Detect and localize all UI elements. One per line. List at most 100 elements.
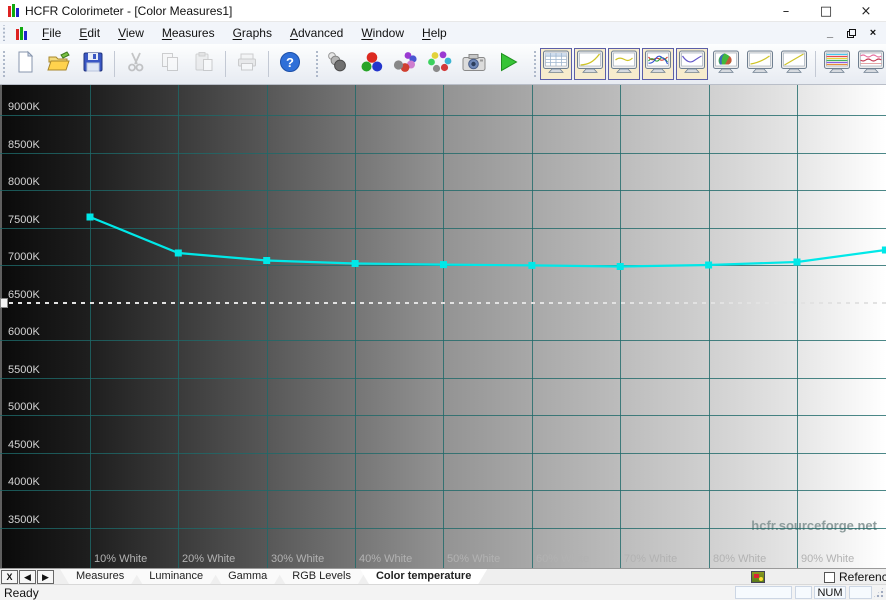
menu-bar: File Edit View Measures Graphs Advanced Window… bbox=[0, 22, 886, 44]
tab-scroll-right-button[interactable]: ▶ bbox=[37, 570, 54, 584]
monitor-table-icon bbox=[542, 50, 570, 79]
status-panel bbox=[735, 586, 792, 599]
data-point-marker bbox=[86, 213, 94, 221]
status-bar: Ready NUM bbox=[0, 584, 886, 600]
menu-help[interactable]: Help bbox=[413, 24, 456, 42]
open-button[interactable] bbox=[43, 48, 75, 80]
view-luminance-hist-button[interactable] bbox=[744, 48, 776, 80]
toolbar-grip bbox=[2, 51, 6, 77]
toolbar-separator bbox=[114, 51, 115, 77]
saturations-measure-button[interactable] bbox=[390, 48, 422, 80]
save-floppy-icon bbox=[81, 50, 105, 79]
print-icon bbox=[235, 50, 259, 79]
toolbar-separator bbox=[815, 51, 816, 77]
mdi-child-icon[interactable] bbox=[16, 26, 27, 40]
toolbar-group-standard: ? bbox=[0, 44, 313, 84]
grayscale-measure-button[interactable] bbox=[322, 48, 354, 80]
gray-spheres-icon bbox=[325, 50, 351, 79]
mdi-close-button[interactable]: × bbox=[866, 27, 880, 39]
monitor-diagonal-icon bbox=[780, 50, 808, 79]
mdi-minimize-button[interactable]: _ bbox=[823, 27, 837, 39]
maximize-button[interactable]: □ bbox=[806, 0, 846, 22]
view-luminance-button[interactable] bbox=[574, 48, 606, 80]
camera-icon bbox=[461, 50, 488, 79]
view-rgb-levels-button[interactable] bbox=[642, 48, 674, 80]
colorchecker-measure-button[interactable] bbox=[424, 48, 456, 80]
toolbar-group-measures bbox=[313, 44, 531, 84]
window-title: HCFR Colorimeter - [Color Measures1] bbox=[25, 3, 233, 18]
view-gamma-hist-button[interactable] bbox=[778, 48, 810, 80]
menubar-grip bbox=[2, 25, 6, 41]
title-bar: HCFR Colorimeter - [Color Measures1] – □… bbox=[0, 0, 886, 22]
resize-grip[interactable] bbox=[872, 586, 885, 599]
tab-close-button[interactable]: X bbox=[1, 570, 18, 584]
menu-window[interactable]: Window bbox=[352, 24, 413, 42]
reference-label: Reference bbox=[839, 570, 886, 584]
monitor-line-icon bbox=[746, 50, 774, 79]
temperature-curve bbox=[89, 215, 886, 268]
view-color-temperature-button[interactable] bbox=[676, 48, 708, 80]
ring-spheres-icon bbox=[427, 50, 453, 79]
play-icon bbox=[496, 50, 520, 79]
menu-measures[interactable]: Measures bbox=[153, 24, 224, 42]
mdi-restore-button[interactable] bbox=[847, 28, 856, 38]
tab-gamma[interactable]: Gamma bbox=[212, 569, 283, 584]
snapshot-button[interactable] bbox=[458, 48, 490, 80]
data-point-marker bbox=[440, 261, 447, 269]
data-point-marker bbox=[616, 263, 624, 270]
paste-clipboard-icon bbox=[192, 50, 216, 79]
view-measures-grid-button[interactable] bbox=[540, 48, 572, 80]
new-document-icon bbox=[13, 50, 37, 79]
menu-file[interactable]: File bbox=[33, 24, 70, 42]
monitor-pink-icon bbox=[857, 50, 885, 79]
close-button[interactable]: × bbox=[846, 0, 886, 22]
toolbar-group-views bbox=[531, 44, 886, 84]
monitor-rgb-icon bbox=[644, 50, 672, 79]
view-cie-chart-button[interactable] bbox=[710, 48, 742, 80]
monitor-gamma-icon bbox=[610, 50, 638, 79]
paste-button bbox=[188, 48, 220, 80]
reference-checkbox-row[interactable]: Reference bbox=[824, 570, 886, 584]
color-temperature-chart: hcfr.sourceforge.net 10% White 20% White 3… bbox=[0, 85, 886, 568]
view-spectrum-button[interactable] bbox=[821, 48, 853, 80]
tab-scroll-left-button[interactable]: ◀ bbox=[19, 570, 36, 584]
menu-advanced[interactable]: Advanced bbox=[281, 24, 352, 42]
status-num-indicator: NUM bbox=[814, 586, 846, 599]
view-gamma-button[interactable] bbox=[608, 48, 640, 80]
menu-edit[interactable]: Edit bbox=[70, 24, 109, 42]
monitor-cie-icon bbox=[712, 50, 740, 79]
monitor-stripes-icon bbox=[823, 50, 851, 79]
app-logo-icon bbox=[8, 4, 19, 17]
view-noise-button[interactable] bbox=[855, 48, 886, 80]
tab-rgb-levels[interactable]: RGB Levels bbox=[276, 569, 367, 584]
menu-view[interactable]: View bbox=[109, 24, 153, 42]
cut-button bbox=[120, 48, 152, 80]
reference-checkbox[interactable] bbox=[824, 571, 835, 583]
help-icon: ? bbox=[278, 50, 302, 79]
graph-tab-bar: X ◀ ▶ Measures Luminance Gamma RGB Levels Co… bbox=[0, 568, 886, 584]
data-point-marker bbox=[881, 246, 886, 254]
new-button[interactable] bbox=[9, 48, 41, 80]
svg-text:?: ? bbox=[286, 55, 294, 70]
tab-measures[interactable]: Measures bbox=[60, 569, 140, 584]
menu-graphs[interactable]: Graphs bbox=[224, 24, 281, 42]
sensor-status-icon bbox=[751, 571, 765, 583]
run-measures-button[interactable] bbox=[492, 48, 524, 80]
data-point-marker bbox=[351, 260, 359, 267]
app-window: HCFR Colorimeter - [Color Measures1] – □… bbox=[0, 0, 886, 600]
tab-color-temperature[interactable]: Color temperature bbox=[360, 569, 487, 584]
status-panel bbox=[795, 586, 812, 599]
toolbar-separator bbox=[225, 51, 226, 77]
minimize-button[interactable]: – bbox=[766, 0, 806, 22]
open-folder-icon bbox=[46, 50, 72, 79]
primaries-measure-button[interactable] bbox=[356, 48, 388, 80]
status-panel bbox=[849, 586, 872, 599]
data-point-marker bbox=[793, 258, 801, 266]
save-button[interactable] bbox=[77, 48, 109, 80]
toolbar-grip bbox=[315, 51, 319, 77]
tab-luminance[interactable]: Luminance bbox=[133, 569, 219, 584]
data-point-marker bbox=[263, 257, 271, 264]
help-button[interactable]: ? bbox=[274, 48, 306, 80]
toolbar: ? bbox=[0, 44, 886, 85]
toolbar-separator bbox=[268, 51, 269, 77]
